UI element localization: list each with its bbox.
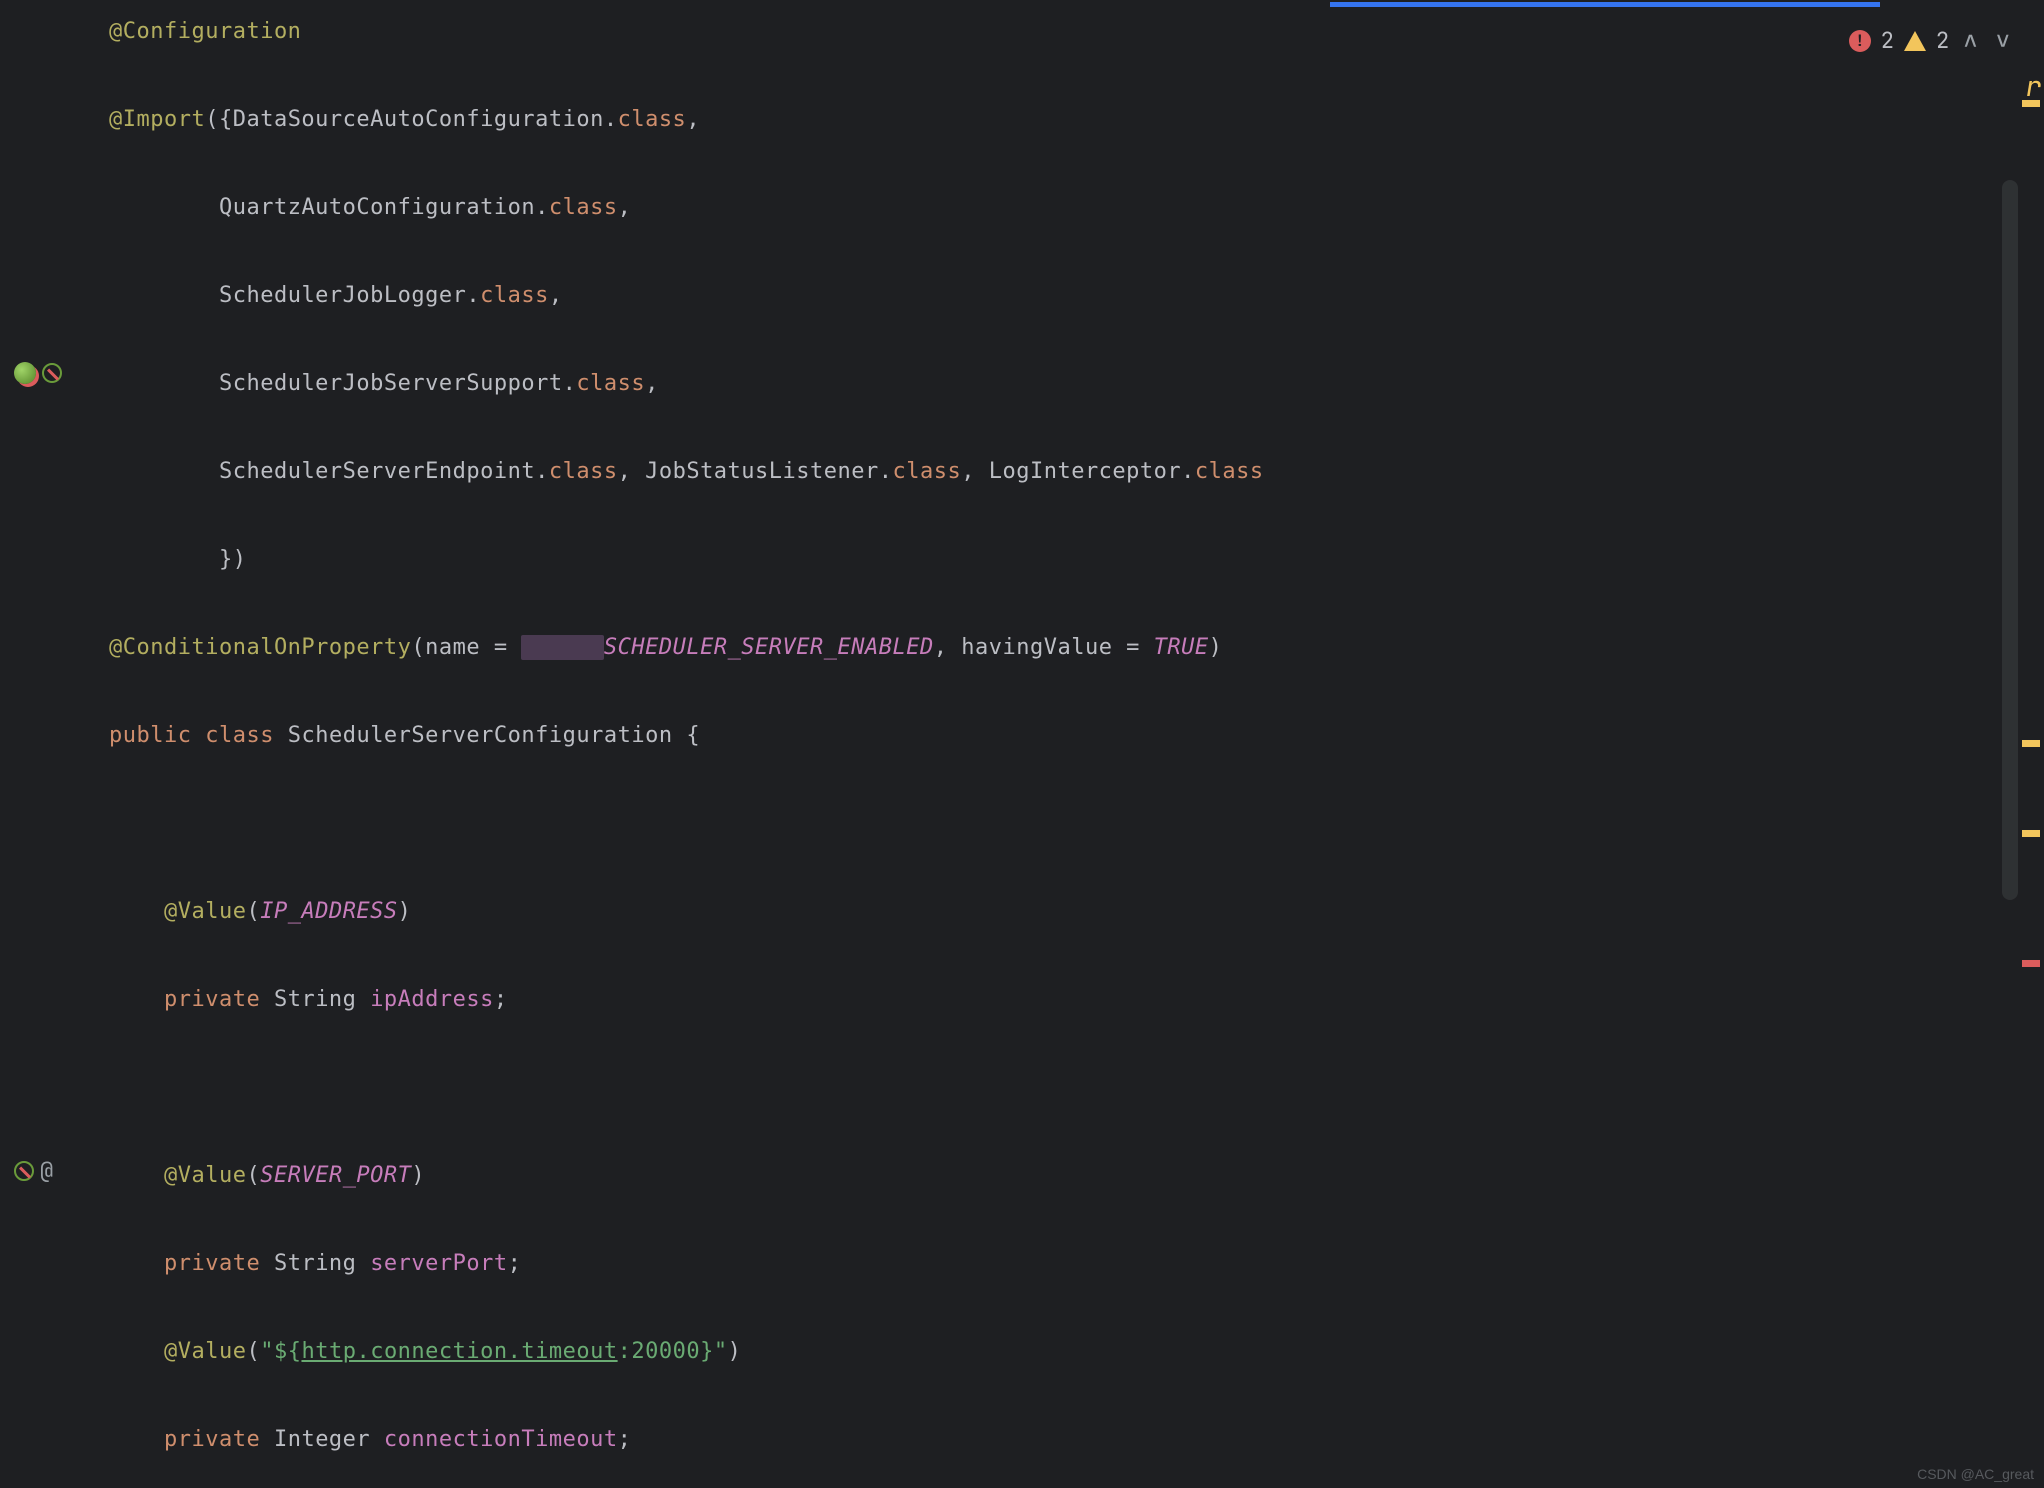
kw: class [893,459,962,484]
spring-bean-icon[interactable] [14,362,36,384]
p: , [645,371,659,396]
code-text: ({DataSourceAutoConfiguration. [205,107,617,132]
kw: private [164,987,260,1012]
code-text: SchedulerJobServerSupport. [219,371,576,396]
type: String [274,1251,356,1276]
error-marker[interactable] [2022,960,2040,967]
annotation: @Value [164,1163,246,1188]
constant: SERVER_PORT [260,1163,411,1188]
type: Integer [274,1427,370,1452]
vertical-scrollbar[interactable] [2002,180,2018,900]
gutter-autowire-icons[interactable]: @ [14,1156,84,1185]
code-text: , LogInterceptor. [961,459,1195,484]
nav-to-autowired-icon[interactable] [14,1161,34,1181]
p: ) [411,1163,425,1188]
at-icon[interactable]: @ [40,1156,53,1185]
property-key[interactable]: http.connection.timeout [301,1339,617,1364]
next-highlight-button[interactable]: ∨ [1992,25,2014,56]
code-area[interactable]: @Configuration @Import({DataSourceAutoCo… [95,0,2044,1488]
constant: TRUE [1154,635,1209,660]
type: String [274,987,356,1012]
annotation: @Value [164,1339,246,1364]
p: ( [246,1163,260,1188]
truncated-indicator: r [2025,68,2042,105]
string: "${ [260,1339,301,1364]
kw: class [618,107,687,132]
watermark: CSDN @AC_great [1917,1466,2034,1482]
warning-marker[interactable] [2022,830,2040,837]
field: connectionTimeout [384,1427,618,1452]
p: ( [246,899,260,924]
redacted-text: xxxxxx [521,635,603,660]
warning-count: 2 [1936,26,1949,55]
gutter-bean-icons[interactable] [14,362,84,384]
p: ) [1209,635,1223,660]
kw: class [549,195,618,220]
code-text: SchedulerJobLogger. [219,283,480,308]
kw: private [164,1427,260,1452]
p: ) [398,899,412,924]
p: , [686,107,700,132]
classname: SchedulerServerConfiguration { [288,723,700,748]
p: ) [728,1339,742,1364]
p: , [549,283,563,308]
kw: public [109,723,191,748]
field: ipAddress [370,987,494,1012]
code-block[interactable]: @Configuration @Import({DataSourceAutoCo… [95,10,2044,1488]
kw: class [576,371,645,396]
kw: class [1195,459,1264,484]
p: , [618,195,632,220]
constant: SCHEDULER_SERVER_ENABLED [604,635,934,660]
p: , havingValue = [934,635,1154,660]
annotation: @ConditionalOnProperty [109,635,411,660]
kw: class [549,459,618,484]
code-text: , JobStatusListener. [618,459,893,484]
p: (name = [411,635,521,660]
constant: IP_ADDRESS [260,899,397,924]
code-text: QuartzAutoConfiguration. [219,195,549,220]
gutter[interactable]: @ [0,0,95,1488]
string: :20000}" [618,1339,728,1364]
p: ( [246,1339,260,1364]
prev-highlight-button[interactable]: ∧ [1959,25,1981,56]
editor-root: @ @Configuration @Import({DataSourceAuto… [0,0,2044,1488]
code-text: SchedulerServerEndpoint. [219,459,549,484]
annotation: @Configuration [109,19,301,44]
error-stripe[interactable] [2024,0,2044,1488]
kw: private [164,1251,260,1276]
p: ; [494,987,508,1012]
p: ; [618,1427,632,1452]
annotation: @Import [109,107,205,132]
inspection-widget[interactable]: ! 2 2 ∧ ∨ [1849,25,2014,56]
annotation: @Value [164,899,246,924]
code-text: }) [219,547,247,572]
kw: class [480,283,549,308]
field: serverPort [370,1251,507,1276]
p: ; [508,1251,522,1276]
kw: class [205,723,274,748]
error-count: 2 [1881,26,1894,55]
warning-marker[interactable] [2022,740,2040,747]
error-icon[interactable]: ! [1849,30,1871,52]
warning-icon[interactable] [1904,31,1926,51]
nav-to-bean-icon[interactable] [42,363,62,383]
